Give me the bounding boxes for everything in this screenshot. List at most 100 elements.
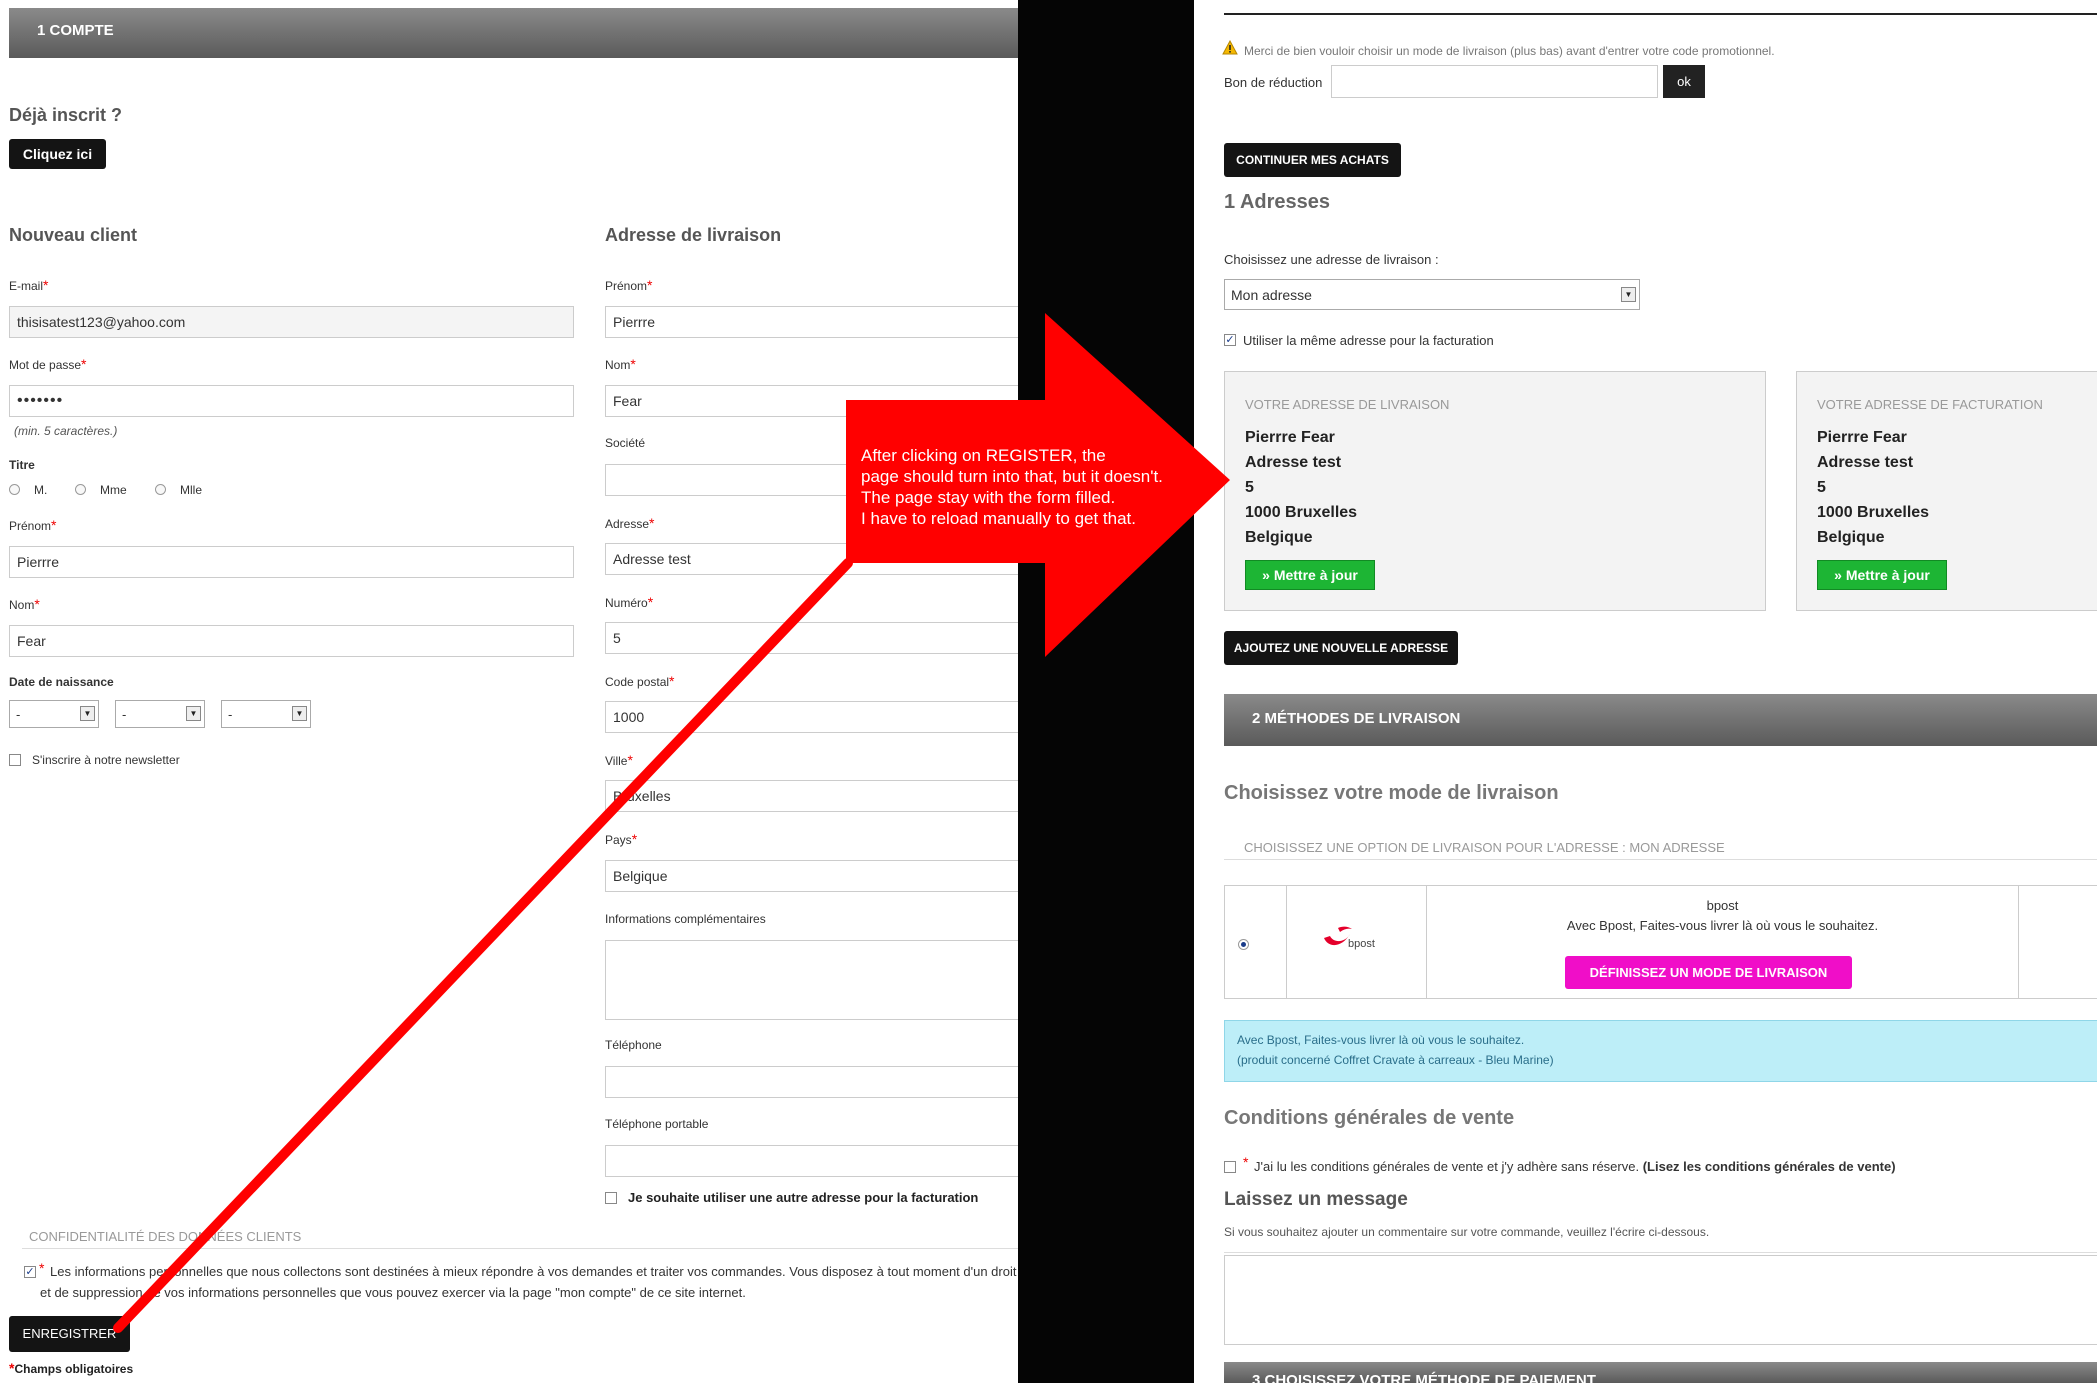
same-billing-label: Utiliser la même adresse pour la factura… [1243,333,1494,348]
delivery-address-title: Adresse de livraison [605,225,782,245]
billing-address-name: Pierrre Fear [1817,429,1907,446]
carrier-cell-divider [1286,886,1287,998]
mobile-field[interactable] [605,1145,1018,1177]
billing-address-country: Belgique [1817,529,1885,546]
firstname-field[interactable]: Pierrre [9,546,574,578]
delivery-lastname-field[interactable]: Fear [605,385,1018,417]
extra-info-textarea[interactable] [605,940,1018,1020]
phone-field[interactable] [605,1066,1018,1098]
warning-icon [1222,39,1238,60]
city-label: Ville* [605,752,633,768]
carrier-row: bpost bpost Avec Bpost, Faites-vous livr… [1224,885,2097,999]
delivery-address-number: 5 [1245,479,1254,496]
warning-text: Merci de bien vouloir choisir un mode de… [1244,44,1775,58]
bpost-logo-text: bpost [1348,938,1375,950]
address-select[interactable]: Mon adresse ▼ [1224,279,1640,310]
message-title: Laissez un message [1224,1189,1408,1210]
birth-year-select[interactable]: - ▼ [221,700,311,728]
lastname-field[interactable]: Fear [9,625,574,657]
annotation-line: The page stay with the form filled. [861,488,1116,507]
shipping-option-title: CHOISISSEZ UNE OPTION DE LIVRAISON POUR … [1244,840,1725,855]
postal-code-label: Code postal* [605,673,675,689]
mobile-label: Téléphone portable [605,1117,709,1131]
required-asterisk: * [1243,1154,1249,1170]
panel-divider [1018,0,1194,1383]
cgv-text: J'ai lu les conditions générales de vent… [1254,1159,1896,1174]
voucher-ok-button[interactable]: ok [1663,65,1705,98]
continue-shopping-button[interactable]: CONTINUER MES ACHATS [1224,143,1401,177]
cgv-link[interactable]: (Lisez les conditions générales de vente… [1643,1159,1896,1174]
same-billing-checkbox[interactable]: ✓ [1224,334,1236,346]
add-address-button[interactable]: AJOUTEZ UNE NOUVELLE ADRESSE [1224,631,1458,665]
annotation-line: After clicking on REGISTER, the [861,446,1106,465]
shipping-divider [1224,859,2097,860]
already-registered-title: Déjà inscrit ? [9,105,123,125]
privacy-title: CONFIDENTIALITÉ DES DONNÉES CLIENTS [29,1229,302,1244]
required-asterisk: * [39,1260,45,1276]
update-billing-address-button[interactable]: » Mettre à jour [1817,560,1947,590]
shipping-title: Choisissez votre mode de livraison [1224,782,1559,804]
firstname-label: Prénom* [9,517,57,533]
define-shipping-button[interactable]: DÉFINISSEZ UN MODE DE LIVRAISON [1565,956,1852,989]
title-radio-m[interactable] [9,484,20,495]
carrier-info-line1: Avec Bpost, Faites-vous livrer là où vou… [1237,1033,1525,1047]
carrier-description: Avec Bpost, Faites-vous livrer là où vou… [1566,918,1879,933]
click-here-button[interactable]: Cliquez ici [9,139,106,169]
delivery-address-box: VOTRE ADRESSE DE LIVRAISON Pierrre Fear … [1224,371,1766,611]
cgv-title: Conditions générales de vente [1224,1107,1515,1129]
country-label: Pays* [605,831,638,847]
privacy-checkbox[interactable]: ✓ [24,1266,36,1278]
chevron-down-icon: ▼ [292,706,307,721]
birth-day-select[interactable]: - ▼ [9,700,99,728]
postal-code-field[interactable]: 1000 [605,701,1018,733]
delivery-lastname-label: Nom* [605,356,636,372]
country-select[interactable]: Belgique [605,860,1018,892]
voucher-input[interactable] [1331,65,1658,98]
required-fields-note: *Champs obligatoires [9,1360,134,1376]
billing-address-box-title: VOTRE ADRESSE DE FACTURATION [1817,397,2043,412]
number-field[interactable]: 5 [605,622,1018,654]
shipping-section-header: 2 MÉTHODES DE LIVRAISON [1224,694,2097,746]
company-label: Société [605,436,646,450]
carrier-cell-divider [2018,886,2019,998]
annotation-line: I have to reload manually to get that. [861,509,1137,528]
delivery-firstname-label: Prénom* [605,277,653,293]
title-radio-mlle[interactable] [155,484,166,495]
email-field[interactable]: thisisatest123@yahoo.com [9,306,574,338]
title-option-m: M. [34,483,48,497]
carrier-name: bpost [1706,898,1739,913]
delivery-address-country: Belgique [1245,529,1313,546]
address-field[interactable]: Adresse test [605,543,1018,575]
message-textarea[interactable] [1224,1255,2097,1345]
delivery-firstname-field[interactable]: Pierrre [605,306,1018,338]
newsletter-checkbox[interactable] [9,754,21,766]
newsletter-label: S'inscrire à notre newsletter [32,753,180,767]
carrier-info-box: Avec Bpost, Faites-vous livrer là où vou… [1224,1020,2097,1082]
registration-form-panel: 1 COMPTE Déjà inscrit ? Cliquez ici Nouv… [0,0,1018,1383]
delivery-address-box-title: VOTRE ADRESSE DE LIVRAISON [1245,397,1450,412]
voucher-label: Bon de réduction [1224,75,1323,90]
update-delivery-address-button[interactable]: » Mettre à jour [1245,560,1375,590]
privacy-text-line1: Les informations personnelles que nous c… [50,1264,1017,1279]
carrier-radio[interactable] [1238,939,1249,950]
number-label: Numéro* [605,594,654,610]
cgv-checkbox[interactable] [1224,1161,1236,1173]
title-option-mlle: Mlle [180,483,203,497]
delivery-address-street: Adresse test [1245,454,1342,471]
birth-month-select[interactable]: - ▼ [115,700,205,728]
password-field[interactable]: ••••••• [9,385,574,417]
new-client-title: Nouveau client [9,225,138,245]
title-label: Titre [9,458,35,472]
chevron-down-icon: ▼ [1621,286,1636,302]
other-billing-checkbox[interactable] [605,1192,617,1204]
register-button[interactable]: ENREGISTRER [9,1316,130,1352]
bpost-logo: bpost [1320,924,1400,964]
carrier-info-line2: (produit concerné Coffret Cravate à carr… [1237,1053,1554,1067]
title-option-mme: Mme [100,483,127,497]
address-label: Adresse* [605,515,655,531]
title-radio-mme[interactable] [75,484,86,495]
phone-label: Téléphone [605,1038,662,1052]
billing-address-number: 5 [1817,479,1826,496]
city-field[interactable]: Bruxelles [605,780,1018,812]
lastname-label: Nom* [9,596,40,612]
